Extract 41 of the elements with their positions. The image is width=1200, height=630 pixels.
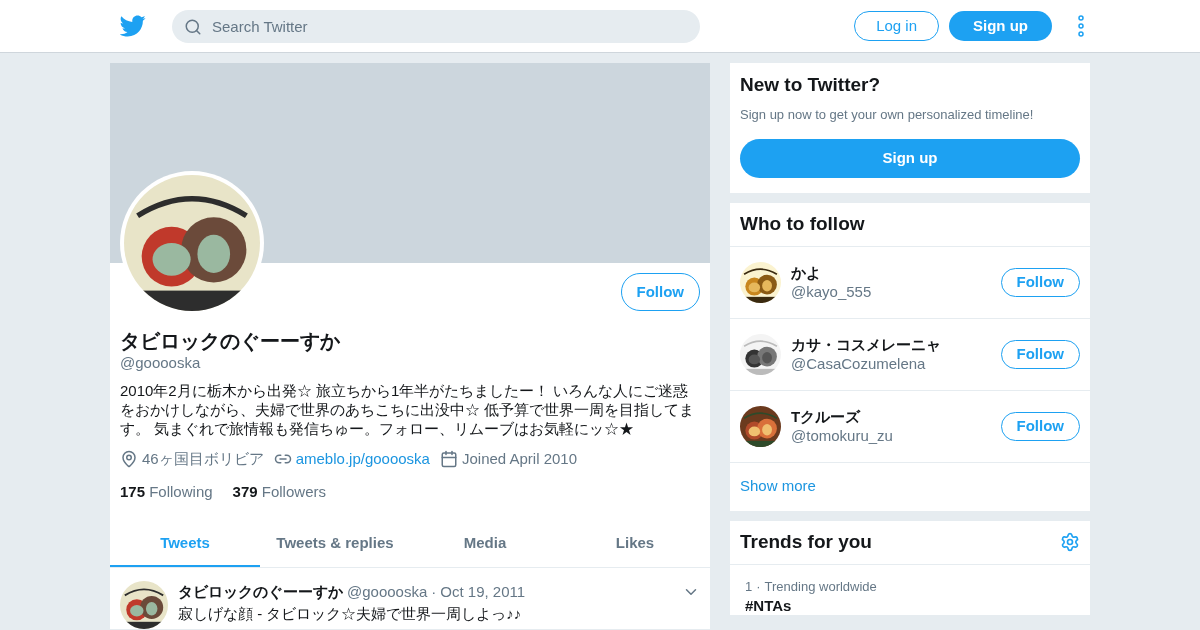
- bird-logo-icon[interactable]: [120, 13, 146, 39]
- stat-link[interactable]: 379 Followers: [232, 480, 326, 503]
- trend-context: Trending worldwide: [764, 577, 877, 596]
- calendar-icon: [439, 450, 458, 469]
- show-more-link[interactable]: Show more: [740, 475, 816, 498]
- stat-link[interactable]: 175 Following: [120, 480, 213, 503]
- account-name: かよ: [791, 263, 822, 282]
- separator-dot: ·: [756, 577, 761, 596]
- account-handle: @CasaCozumelena: [791, 354, 927, 373]
- profile-name: タビロックのぐーーすか: [120, 329, 341, 353]
- signup-button[interactable]: Sign up: [949, 11, 1052, 41]
- search-icon: [184, 17, 202, 36]
- account-handle: @kayo_555: [791, 282, 873, 301]
- tweet-author-handle: @gooooska: [347, 582, 428, 602]
- trend-tag[interactable]: #NTAs: [745, 595, 1075, 615]
- profile-handle: @gooooska: [120, 353, 202, 373]
- tweet-date: Oct 19, 2011: [440, 582, 526, 602]
- more-icon[interactable]: [1078, 15, 1084, 37]
- profile-tab[interactable]: Likes: [560, 521, 710, 567]
- search-field[interactable]: Search Twitter: [172, 9, 700, 43]
- profile-location: 46ヶ国目ボリビア: [142, 449, 264, 469]
- card-subtitle: Sign up now to get your own personalized timeline!: [740, 106, 1035, 124]
- settings-icon[interactable]: [1060, 532, 1080, 552]
- location-icon: [120, 450, 138, 469]
- tweet-author-name: タビロックのぐーーすか: [178, 582, 343, 602]
- card-title: New to Twitter?: [740, 73, 882, 97]
- card-title: Trends for you: [740, 529, 872, 554]
- profile-tab[interactable]: Tweets: [110, 521, 260, 567]
- separator-dot: ·: [431, 582, 437, 602]
- profile-bio: 2010年2月に栃木から出発☆ 旅立ちから1年半がたちましたー！ いろんな人にご迷惑をおかけしながら、夫婦で世界のあちこちに出没中☆ 低予算で世界一周を目指してます。 気まぐれで旅情報も発信ちゅー。フォロー、リムーブはお気軽にッ☆★: [120, 381, 696, 438]
- joined-date: Joined April 2010: [461, 449, 578, 469]
- card-title: Who to follow: [730, 202, 1090, 247]
- account-name: Tクルーズ: [791, 407, 862, 426]
- trend-rank: 1: [745, 577, 753, 596]
- profile-tab[interactable]: Tweets & replies: [260, 521, 410, 567]
- profile-tab[interactable]: Media: [410, 521, 560, 567]
- tweet-text: 寂しげな顔 - タビロック☆夫婦で世界一周しよっ♪♪: [178, 603, 523, 624]
- account-name: カサ・コスメレーニャ: [791, 335, 942, 354]
- signup-button[interactable]: Sign up: [740, 138, 1080, 178]
- website-link[interactable]: ameblo.jp/gooooska: [295, 448, 430, 471]
- account-handle: @tomokuru_zu: [791, 426, 894, 445]
